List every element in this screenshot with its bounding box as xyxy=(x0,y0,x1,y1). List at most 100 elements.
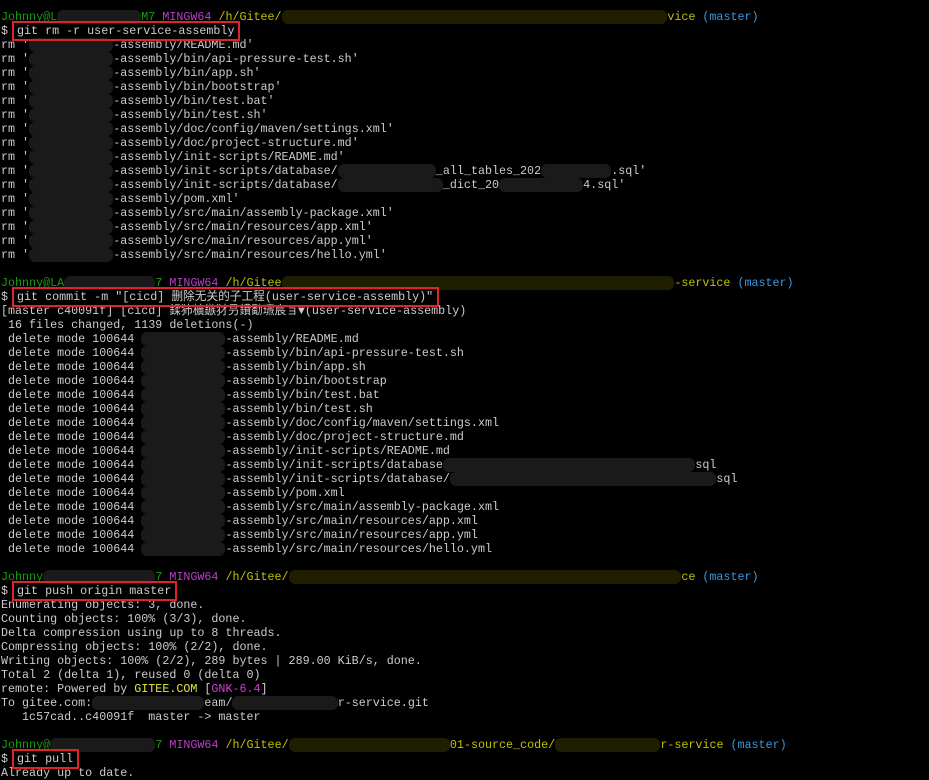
terminal-text: -assembly/bin/test.sh xyxy=(225,402,373,416)
terminal-text: 7 xyxy=(155,276,170,290)
terminal-line: Already up to date. xyxy=(1,766,794,780)
terminal-line: rm ' -assembly/doc/config/maven/settings… xyxy=(1,122,794,136)
highlighted-command: git pull xyxy=(12,749,80,769)
terminal-text: $ xyxy=(1,752,16,766)
redacted-region xyxy=(141,528,226,542)
highlighted-command: git commit -m "[cicd] 删除无关的子工程(user-serv… xyxy=(12,287,440,307)
terminal-text: -assembly/doc/config/maven/settings.xml xyxy=(225,416,499,430)
terminal-line: rm ' -assembly/init-scripts/database/ _a… xyxy=(1,164,794,178)
terminal-text: _all_tables_202 xyxy=(435,164,542,178)
terminal-text: delete mode 100644 xyxy=(1,388,142,402)
redacted-region xyxy=(337,164,436,178)
terminal-text: (master) xyxy=(702,570,759,584)
terminal-line: Writing objects: 100% (2/2), 289 bytes |… xyxy=(1,654,794,668)
redacted-region xyxy=(29,80,114,94)
terminal-line: delete mode 100644 -assembly/bin/app.sh xyxy=(1,360,794,374)
highlighted-command: git push origin master xyxy=(12,581,178,601)
redacted-region xyxy=(499,178,584,192)
terminal-text: Delta compression using up to 8 threads. xyxy=(1,626,282,640)
terminal-text: /h/Gitee xyxy=(225,276,282,290)
terminal-text: delete mode 100644 xyxy=(1,332,142,346)
terminal-text: ce xyxy=(681,570,703,584)
terminal-text: r-service.git xyxy=(337,696,429,710)
terminal-line: delete mode 100644 -assembly/init-script… xyxy=(1,444,794,458)
terminal-line: $ git push origin master xyxy=(1,581,794,601)
redacted-region xyxy=(141,542,226,556)
terminal-text: 7 xyxy=(155,570,170,584)
terminal-text: $ xyxy=(1,290,16,304)
terminal-text: (master) xyxy=(730,738,787,752)
terminal-text: delete mode 100644 xyxy=(1,346,142,360)
redacted-region xyxy=(57,10,142,24)
terminal-text: -assembly/bin/app.sh xyxy=(225,360,366,374)
terminal-text: Writing objects: 100% (2/2), 289 bytes |… xyxy=(1,654,422,668)
redacted-region xyxy=(555,738,661,752)
terminal-text: .sql' xyxy=(611,164,647,178)
terminal-text: -assembly/src/main/assembly-package.xml' xyxy=(113,206,394,220)
terminal-text: delete mode 100644 xyxy=(1,500,142,514)
terminal-text: -assembly/bin/api-pressure-test.sh xyxy=(225,346,464,360)
terminal-line: delete mode 100644 -assembly/src/main/re… xyxy=(1,528,794,542)
highlighted-command: git rm -r user-service-assembly xyxy=(12,21,241,41)
terminal-text: rm ' xyxy=(1,94,30,108)
terminal-text: Johnny xyxy=(1,570,44,584)
terminal-text: -assembly/init-scripts/database/ xyxy=(225,472,450,486)
terminal-text: Johnny@L xyxy=(1,10,58,24)
terminal-text: 01-source_code/ xyxy=(449,738,556,752)
redacted-region xyxy=(141,444,226,458)
terminal-text: -assembly/src/main/assembly-package.xml xyxy=(225,500,499,514)
terminal-text: Johnny@LA xyxy=(1,276,65,290)
redacted-region xyxy=(50,738,156,752)
redacted-region xyxy=(29,192,114,206)
terminal-text: Compressing objects: 100% (2/2), done. xyxy=(1,640,268,654)
terminal-text: rm ' xyxy=(1,150,30,164)
terminal-text: rm ' xyxy=(1,136,30,150)
terminal-line: Delta compression using up to 8 threads. xyxy=(1,626,794,640)
terminal-text: -assembly/init-scripts/README.md xyxy=(225,444,450,458)
redacted-region xyxy=(141,514,226,528)
terminal-line: Enumerating objects: 3, done. xyxy=(1,598,794,612)
terminal-text: -assembly/src/main/resources/app.yml' xyxy=(113,234,373,248)
terminal-text: rm ' xyxy=(1,178,30,192)
terminal-line: Compressing objects: 100% (2/2), done. xyxy=(1,640,794,654)
redacted-region xyxy=(281,10,668,24)
redacted-region xyxy=(288,570,682,584)
terminal-text: (master) xyxy=(702,10,759,24)
redacted-region xyxy=(29,66,114,80)
terminal-line: delete mode 100644 -assembly/bin/bootstr… xyxy=(1,374,794,388)
terminal-text: r-service xyxy=(660,738,731,752)
terminal-text: rm ' xyxy=(1,80,30,94)
terminal-line: Johnny@LA 7 MINGW64 /h/Gitee -service (m… xyxy=(1,276,794,290)
terminal-text: delete mode 100644 xyxy=(1,360,142,374)
redacted-region xyxy=(449,472,717,486)
terminal-text: -assembly/pom.xml xyxy=(225,486,345,500)
terminal-text: rm ' xyxy=(1,234,30,248)
terminal-text: MINGW64 xyxy=(169,276,226,290)
terminal-text: -assembly/bin/test.bat xyxy=(225,388,380,402)
terminal-text: remote: Powered by xyxy=(1,682,135,696)
terminal-line: rm ' -assembly/init-scripts/README.md' xyxy=(1,150,794,164)
terminal-line: $ git rm -r user-service-assembly xyxy=(1,21,794,41)
terminal-line: rm ' -assembly/bin/api-pressure-test.sh' xyxy=(1,52,794,66)
redacted-region xyxy=(141,416,226,430)
terminal-text: $ xyxy=(1,584,16,598)
redacted-region xyxy=(141,472,226,486)
redacted-region xyxy=(442,458,696,472)
terminal-text: -assembly/doc/project-structure.md' xyxy=(113,136,359,150)
terminal-text: -assembly/src/main/resources/hello.yml xyxy=(225,542,492,556)
terminal-line: rm ' -assembly/init-scripts/database/ _d… xyxy=(1,178,794,192)
terminal-line: 16 files changed, 1139 deletions(-) xyxy=(1,318,794,332)
redacted-region xyxy=(141,430,226,444)
terminal-text: Enumerating objects: 3, done. xyxy=(1,598,205,612)
redacted-region xyxy=(141,388,226,402)
terminal-text: /h/Gitee/ xyxy=(225,570,289,584)
terminal-line: Counting objects: 100% (3/3), done. xyxy=(1,612,794,626)
terminal-line: $ git pull xyxy=(1,749,794,769)
terminal-line: To gitee.com: eam/ r-service.git xyxy=(1,696,794,710)
terminal-output[interactable]: Johnny@L M7 MINGW64 /h/Gitee/ vice (mast… xyxy=(1,10,794,780)
terminal-text: rm ' xyxy=(1,220,30,234)
terminal-text: delete mode 100644 xyxy=(1,528,142,542)
redacted-region xyxy=(29,122,114,136)
terminal-line: rm ' -assembly/bin/bootstrap' xyxy=(1,80,794,94)
redacted-region xyxy=(141,486,226,500)
